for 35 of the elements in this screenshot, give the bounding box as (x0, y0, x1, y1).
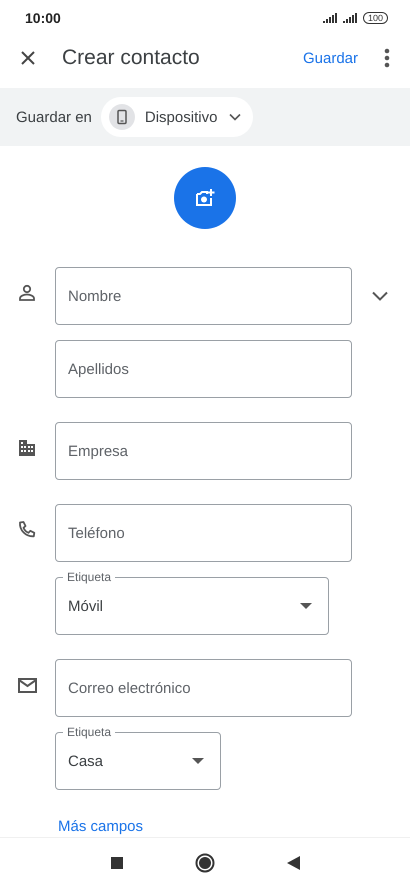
account-chip[interactable]: Dispositivo (100, 97, 254, 137)
phone-device-icon (108, 104, 135, 130)
save-button[interactable]: Guardar (298, 46, 362, 70)
dropdown-field[interactable]: Etiqueta Casa (55, 724, 221, 790)
back-icon[interactable] (286, 856, 300, 870)
input-field[interactable]: Correo electrónico (55, 659, 352, 717)
signal-icon (322, 13, 339, 23)
close-icon (20, 50, 36, 66)
mail-icon (16, 675, 36, 695)
input-field[interactable]: Teléfono (55, 504, 352, 562)
home-icon[interactable] (194, 853, 214, 873)
input-field[interactable]: Apellidos (55, 340, 352, 398)
building-icon (16, 438, 36, 458)
field-value: Móvil (68, 598, 104, 614)
input-field[interactable]: Nombre (55, 267, 352, 325)
battery-icon: 100 (362, 12, 388, 24)
field-value: Casa (68, 752, 104, 770)
status-time: 10:00 (25, 10, 61, 26)
dropdown-arrow-icon (300, 603, 312, 609)
field-label: Etiqueta (63, 724, 116, 740)
phone-icon (16, 520, 36, 540)
signal-icon (342, 13, 359, 23)
field-label: Etiqueta (63, 569, 116, 585)
chevron-down-icon (229, 113, 242, 121)
more-options-icon[interactable] (384, 48, 390, 68)
dropdown-field[interactable]: Etiqueta Móvil (55, 569, 329, 635)
more-fields-link[interactable]: Más campos (58, 818, 144, 835)
dropdown-arrow-icon (192, 758, 204, 764)
save-to-label: Guardar en (16, 108, 92, 126)
recents-icon[interactable] (110, 857, 122, 869)
input-field[interactable]: Empresa (55, 422, 352, 480)
screen-title: Crear contacto (62, 46, 201, 70)
person-icon (16, 283, 36, 303)
camera-plus-icon (194, 188, 216, 208)
expand-icon[interactable] (372, 291, 388, 301)
